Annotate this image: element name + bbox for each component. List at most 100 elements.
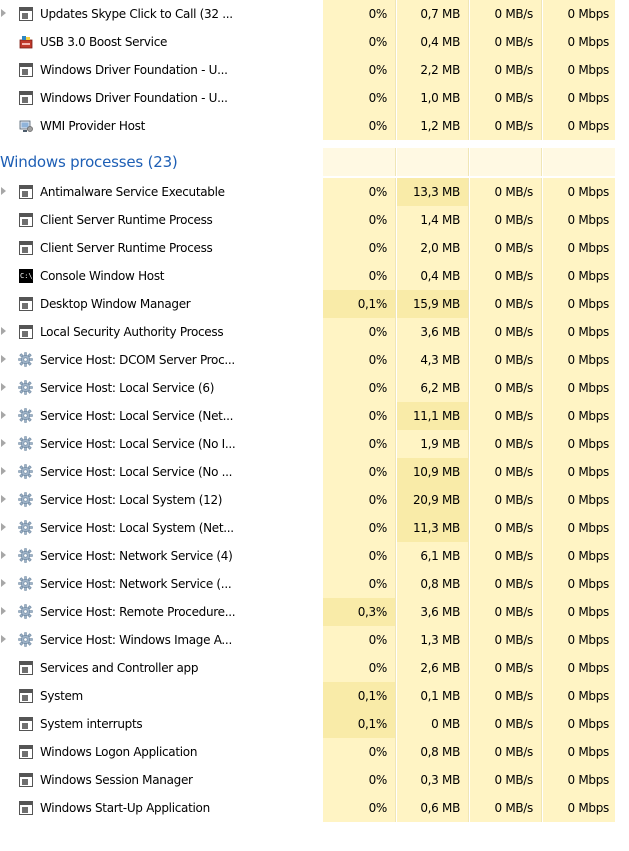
window-icon bbox=[19, 773, 33, 787]
process-row[interactable]: Service Host: DCOM Server Proc... 0% 4,3 M… bbox=[0, 346, 629, 374]
process-row[interactable]: Windows Session Manager 0% 0,3 MB 0 MB/s 0 M… bbox=[0, 766, 629, 794]
process-name: Service Host: Local System (12) bbox=[40, 493, 223, 507]
process-name: Service Host: Local Service (No ... bbox=[40, 465, 233, 479]
process-name: Service Host: Network Service (4) bbox=[40, 549, 233, 563]
process-row[interactable]: Service Host: Local Service (No I... 0% 1,… bbox=[0, 430, 629, 458]
expand-chevron-icon[interactable] bbox=[1, 383, 6, 391]
memory-cell: 4,3 MB bbox=[397, 346, 469, 374]
process-row[interactable]: Windows Driver Foundation - U... 0% 2,2 MB… bbox=[0, 56, 629, 84]
disk-cell: 0 MB/s bbox=[470, 206, 542, 234]
expand-chevron-icon[interactable] bbox=[1, 9, 6, 17]
disk-cell: 0 MB/s bbox=[470, 0, 542, 28]
expand-chevron-icon[interactable] bbox=[1, 523, 6, 531]
cpu-cell: 0% bbox=[323, 738, 396, 766]
disk-cell: 0 MB/s bbox=[470, 570, 542, 598]
process-row[interactable]: Antimalware Service Executable 0% 13,3 MB 0… bbox=[0, 178, 629, 206]
process-row[interactable]: C:\_ Console Window Host 0% 0,4 MB 0 MB/s 0 M… bbox=[0, 262, 629, 290]
expand-chevron-icon[interactable] bbox=[1, 635, 6, 643]
network-cell: 0 Mbps bbox=[543, 346, 615, 374]
cpu-cell: 0,1% bbox=[323, 682, 396, 710]
process-row[interactable]: Client Server Runtime Process 0% 1,4 MB 0 M… bbox=[0, 206, 629, 234]
expand-chevron-icon[interactable] bbox=[1, 187, 6, 195]
window-icon bbox=[19, 325, 33, 339]
process-row[interactable]: Service Host: Network Service (4) 0% 6,1 M… bbox=[0, 542, 629, 570]
process-row[interactable]: Service Host: Remote Procedure... 0,3% 3,6… bbox=[0, 598, 629, 626]
expand-chevron-icon[interactable] bbox=[1, 579, 6, 587]
network-cell: 0 Mbps bbox=[543, 710, 615, 738]
window-icon bbox=[19, 91, 33, 105]
process-row[interactable]: Windows Start-Up Application 0% 0,6 MB 0 MB… bbox=[0, 794, 629, 822]
disk-cell: 0 MB/s bbox=[470, 402, 542, 430]
disk-cell bbox=[470, 148, 542, 176]
process-row[interactable]: Windows Logon Application 0% 0,8 MB 0 MB/s 0… bbox=[0, 738, 629, 766]
window-icon bbox=[19, 63, 33, 77]
memory-cell: 0,3 MB bbox=[397, 766, 469, 794]
gear-icon bbox=[18, 380, 33, 395]
disk-cell: 0 MB/s bbox=[470, 112, 542, 140]
process-row[interactable]: Service Host: Network Service (... 0% 0,8 … bbox=[0, 570, 629, 598]
disk-cell: 0 MB/s bbox=[470, 738, 542, 766]
cpu-cell: 0% bbox=[323, 766, 396, 794]
network-cell: 0 Mbps bbox=[543, 626, 615, 654]
group-header-windows-processes[interactable]: Windows processes (23) bbox=[0, 148, 629, 176]
disk-cell: 0 MB/s bbox=[470, 598, 542, 626]
window-icon bbox=[19, 689, 33, 703]
expand-chevron-icon[interactable] bbox=[1, 355, 6, 363]
cpu-cell: 0% bbox=[323, 206, 396, 234]
network-cell: 0 Mbps bbox=[543, 654, 615, 682]
gear-icon bbox=[18, 576, 33, 591]
disk-cell: 0 MB/s bbox=[470, 654, 542, 682]
process-row[interactable]: System interrupts 0,1% 0 MB 0 MB/s 0 Mbps bbox=[0, 710, 629, 738]
process-row[interactable]: Service Host: Local Service (6) 0% 6,2 MB 0… bbox=[0, 374, 629, 402]
memory-cell: 0,6 MB bbox=[397, 794, 469, 822]
expand-chevron-icon[interactable] bbox=[1, 439, 6, 447]
process-name: System interrupts bbox=[40, 717, 143, 731]
disk-cell: 0 MB/s bbox=[470, 710, 542, 738]
network-cell: 0 Mbps bbox=[543, 206, 615, 234]
gear-icon bbox=[18, 520, 33, 535]
process-row[interactable]: System 0,1% 0,1 MB 0 MB/s 0 Mbps bbox=[0, 682, 629, 710]
memory-cell: 0,8 MB bbox=[397, 738, 469, 766]
network-cell: 0 Mbps bbox=[543, 374, 615, 402]
process-name: Service Host: DCOM Server Proc... bbox=[40, 353, 235, 367]
expand-chevron-icon[interactable] bbox=[1, 411, 6, 419]
cpu-cell: 0% bbox=[323, 570, 396, 598]
memory-cell: 1,3 MB bbox=[397, 626, 469, 654]
process-row[interactable]: Local Security Authority Process 0% 3,6 MB… bbox=[0, 318, 629, 346]
disk-cell: 0 MB/s bbox=[470, 682, 542, 710]
process-row[interactable]: Service Host: Local System (12) 0% 20,9 MB… bbox=[0, 486, 629, 514]
process-row[interactable]: WMI Provider Host 0% 1,2 MB 0 MB/s 0 Mbps bbox=[0, 112, 629, 140]
window-icon bbox=[19, 7, 33, 21]
cpu-cell: 0% bbox=[323, 374, 396, 402]
process-name: Service Host: Windows Image A... bbox=[40, 633, 232, 647]
expand-chevron-icon[interactable] bbox=[1, 607, 6, 615]
expand-chevron-icon[interactable] bbox=[1, 327, 6, 335]
memory-cell: 13,3 MB bbox=[397, 178, 469, 206]
process-row[interactable]: Services and Controller app 0% 2,6 MB 0 MB/… bbox=[0, 654, 629, 682]
process-name: Windows Start-Up Application bbox=[40, 801, 210, 815]
process-row[interactable]: Service Host: Local Service (Net... 0% 11,… bbox=[0, 402, 629, 430]
process-row[interactable]: Windows Driver Foundation - U... 0% 1,0 MB… bbox=[0, 84, 629, 112]
expand-chevron-icon[interactable] bbox=[1, 467, 6, 475]
cpu-cell: 0% bbox=[323, 514, 396, 542]
process-name: Service Host: Remote Procedure... bbox=[40, 605, 236, 619]
process-row[interactable]: Service Host: Local System (Net... 0% 11,3… bbox=[0, 514, 629, 542]
network-cell: 0 Mbps bbox=[543, 262, 615, 290]
process-row[interactable]: Desktop Window Manager 0,1% 15,9 MB 0 MB/s 0… bbox=[0, 290, 629, 318]
memory-cell: 2,0 MB bbox=[397, 234, 469, 262]
cpu-cell: 0% bbox=[323, 56, 396, 84]
expand-chevron-icon[interactable] bbox=[1, 551, 6, 559]
process-name: Windows Driver Foundation - U... bbox=[40, 63, 228, 77]
process-name: Windows Session Manager bbox=[40, 773, 193, 787]
memory-cell: 6,2 MB bbox=[397, 374, 469, 402]
memory-cell: 1,2 MB bbox=[397, 112, 469, 140]
expand-chevron-icon[interactable] bbox=[1, 495, 6, 503]
process-row[interactable]: Updates Skype Click to Call (32 ... 0% 0,7… bbox=[0, 0, 629, 28]
disk-cell: 0 MB/s bbox=[470, 794, 542, 822]
memory-cell: 3,6 MB bbox=[397, 318, 469, 346]
process-row[interactable]: Client Server Runtime Process 0% 2,0 MB 0 M… bbox=[0, 234, 629, 262]
gear-icon bbox=[18, 632, 33, 647]
process-row[interactable]: USB 3.0 Boost Service 0% 0,4 MB 0 MB/s 0 Mbp… bbox=[0, 28, 629, 56]
process-row[interactable]: Service Host: Local Service (No ... 0% 10,… bbox=[0, 458, 629, 486]
process-row[interactable]: Service Host: Windows Image A... 0% 1,3 MB… bbox=[0, 626, 629, 654]
